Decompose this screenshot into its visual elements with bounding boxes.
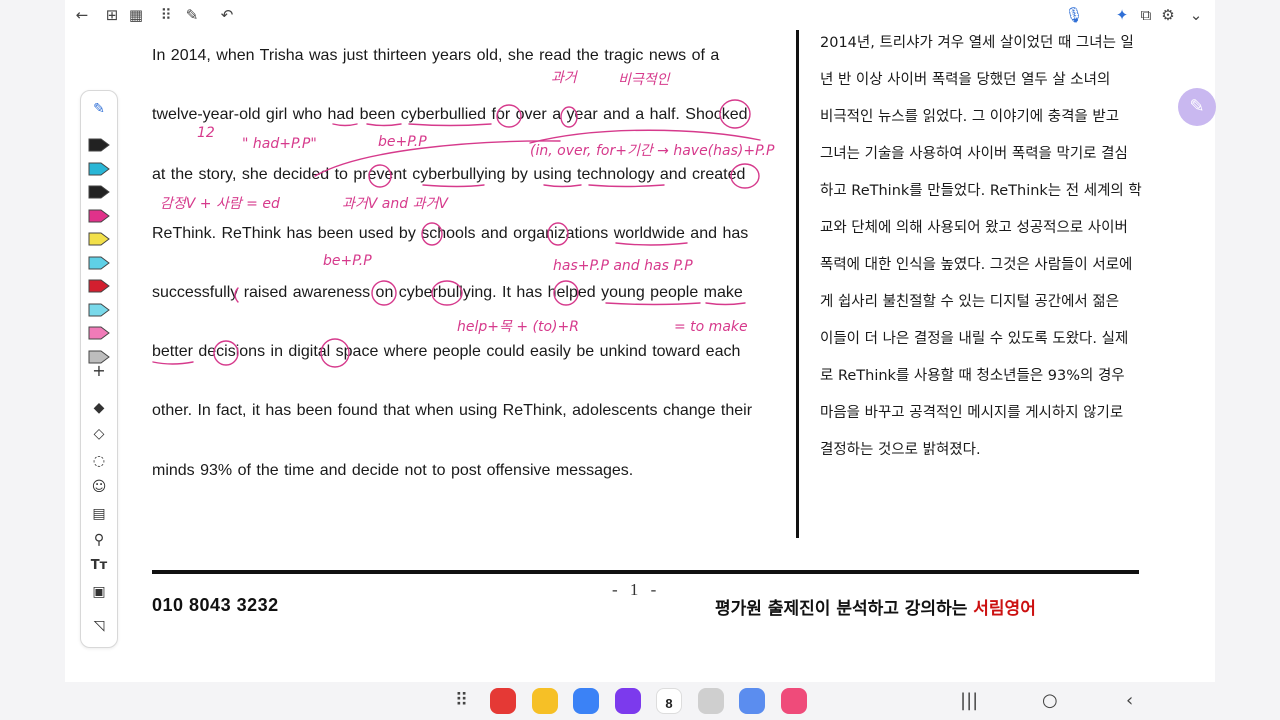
right-margin (1215, 0, 1280, 682)
calendar-app-icon[interactable]: 8 (656, 688, 682, 714)
pen-fab-icon[interactable]: ✎ (1178, 88, 1216, 126)
translation-line: 이들이 더 나은 결정을 내릴 수 있도록 도왔다. 실제 (820, 331, 1129, 347)
passage-line: In 2014, when Trisha was just thirteen y… (152, 47, 720, 64)
pen-red-icon[interactable] (81, 276, 117, 296)
passage-line: better decisions in digital space where … (152, 343, 741, 360)
text-comment-icon[interactable]: ▤ (81, 504, 117, 524)
passage-line: twelve-year-old girl who had been cyberb… (152, 106, 748, 123)
lasso-icon[interactable]: ◌ (81, 451, 117, 471)
recents-icon[interactable]: ||| (960, 690, 978, 711)
pen-mode-icon[interactable]: ✎ (81, 99, 117, 119)
system-back-icon[interactable]: ‹ (1126, 690, 1133, 711)
messages-app-icon[interactable] (573, 688, 599, 714)
brand-name: 서림영어 (973, 599, 1036, 619)
highlighter-cyan-icon[interactable] (81, 253, 117, 273)
page-curl-icon[interactable]: ◹ (81, 616, 117, 636)
brand-prefix: 평가원 출제진이 분석하고 강의하는 (715, 599, 974, 619)
undo-icon[interactable]: ↶ (217, 5, 237, 25)
shape-icon[interactable]: ◇ (81, 424, 117, 444)
settings-icon[interactable]: ⚙ (1158, 5, 1178, 25)
eyedropper-icon[interactable]: ⚲ (81, 530, 117, 550)
memo-app-icon[interactable] (531, 688, 558, 714)
highlighter-cyan-shape (88, 256, 110, 269)
translation-line: 게 쉽사리 불친절할 수 있는 디지털 공간에서 젊은 (820, 294, 1120, 310)
pen-magenta-icon[interactable] (81, 206, 117, 226)
grid-icon[interactable]: ▦ (126, 5, 146, 25)
highlighter-yellow-icon[interactable] (81, 229, 117, 249)
translation-line: 폭력에 대한 인식을 높였다. 그것은 사람들이 서로에 (820, 257, 1133, 273)
pen-red-shape (88, 279, 110, 293)
footer-rule (152, 570, 1139, 574)
brand-line: 평가원 출제진이 분석하고 강의하는 서림영어 (715, 594, 1036, 619)
home-icon[interactable]: ○ (1042, 690, 1058, 711)
translation-line: 로 ReThink를 사용할 때 청소년들은 93%의 경우 (820, 368, 1125, 384)
translation-line: 하고 ReThink를 만들었다. ReThink는 전 세계의 학 (820, 183, 1142, 199)
page-layout-icon[interactable]: ⊞ (102, 5, 122, 25)
phone-number: 010 8043 3232 (152, 595, 279, 615)
left-margin (0, 0, 65, 682)
edit-mode-icon[interactable]: ✎ (182, 5, 202, 25)
passage-line: other. In fact, it has been found that w… (152, 402, 753, 419)
note-stack-app-icon[interactable] (739, 688, 765, 714)
add-pen-button[interactable]: + (81, 361, 117, 381)
eraser-icon[interactable]: ◆ (81, 398, 117, 418)
passage-line: at the story, she decided to prevent cyb… (152, 166, 746, 183)
calendar-date: 8 (665, 696, 673, 711)
highlighter-yellow-shape (88, 232, 110, 246)
pen-magenta-shape (88, 209, 110, 222)
notes-app-icon[interactable] (490, 688, 516, 714)
passage-line: minds 93% of the time and decide not to … (152, 462, 634, 479)
back-icon[interactable]: ← (72, 5, 92, 25)
camera-app-icon[interactable] (697, 688, 724, 714)
pages-icon[interactable]: ⧉ (1136, 5, 1156, 25)
translation-line: 2014년, 트리샤가 겨우 열세 살이었던 때 그녀는 일 (820, 35, 1134, 51)
translation-line: 마음을 바꾸고 공격적인 메시지를 게시하지 않기로 (820, 405, 1124, 421)
pen-black-icon[interactable] (81, 135, 117, 155)
more-apps-icon[interactable]: ⠿ (156, 5, 176, 25)
pen-cyan-shape (88, 162, 110, 175)
ai-sparkle-icon[interactable]: ✦ (1112, 5, 1132, 25)
chevron-down-icon[interactable]: ⌄ (1186, 5, 1206, 25)
top-toolbar: ← ⊞ ▦ ⠿ ✎ ↶ 🎙 ✦ ⧉ ⚙ ⌄ (0, 0, 1280, 30)
highlighter-pink-shape (88, 326, 110, 340)
mic-icon[interactable]: 🎙 (1064, 5, 1084, 25)
translation-line: 비극적인 뉴스를 읽었다. 그 이야기에 충격을 받고 (820, 109, 1120, 125)
internet-app-icon[interactable] (614, 688, 641, 714)
sticker-icon[interactable]: ☺ (81, 477, 117, 497)
pen-cyan-icon[interactable] (81, 159, 117, 179)
translation-line: 년 반 이상 사이버 폭력을 당했던 열두 살 소녀의 (820, 72, 1111, 88)
text-box-icon[interactable]: Tт (81, 556, 117, 576)
app-drawer-icon[interactable]: ⠿ (455, 690, 468, 711)
pen-black-shape (88, 138, 110, 152)
page-number: - 1 - (612, 580, 661, 599)
pen-toolbar: ✎ + ◆ ◇ ◌ ☺ ▤ ⚲ Tт ▣ ◹ (80, 90, 118, 648)
translation-line: 결정하는 것으로 밝혀졌다. (820, 442, 981, 458)
passage-line: ReThink. ReThink has been used by school… (152, 225, 749, 242)
column-divider (796, 30, 799, 538)
pen-black-2-shape (88, 185, 110, 199)
pen-black-2-icon[interactable] (81, 182, 117, 202)
highlighter-cyan-2-icon[interactable] (81, 300, 117, 320)
translation-line: 그녀는 기술을 사용하여 사이버 폭력을 막기로 결심 (820, 146, 1128, 162)
image-icon[interactable]: ▣ (81, 582, 117, 602)
passage-line: successfully raised awareness on cyberbu… (152, 284, 743, 301)
highlighter-pink-icon[interactable] (81, 323, 117, 343)
highlighter-cyan-2-shape (88, 303, 110, 316)
gallery-app-icon[interactable] (780, 688, 807, 714)
translation-line: 교와 단체에 의해 사용되어 왔고 성공적으로 사이버 (820, 220, 1128, 236)
